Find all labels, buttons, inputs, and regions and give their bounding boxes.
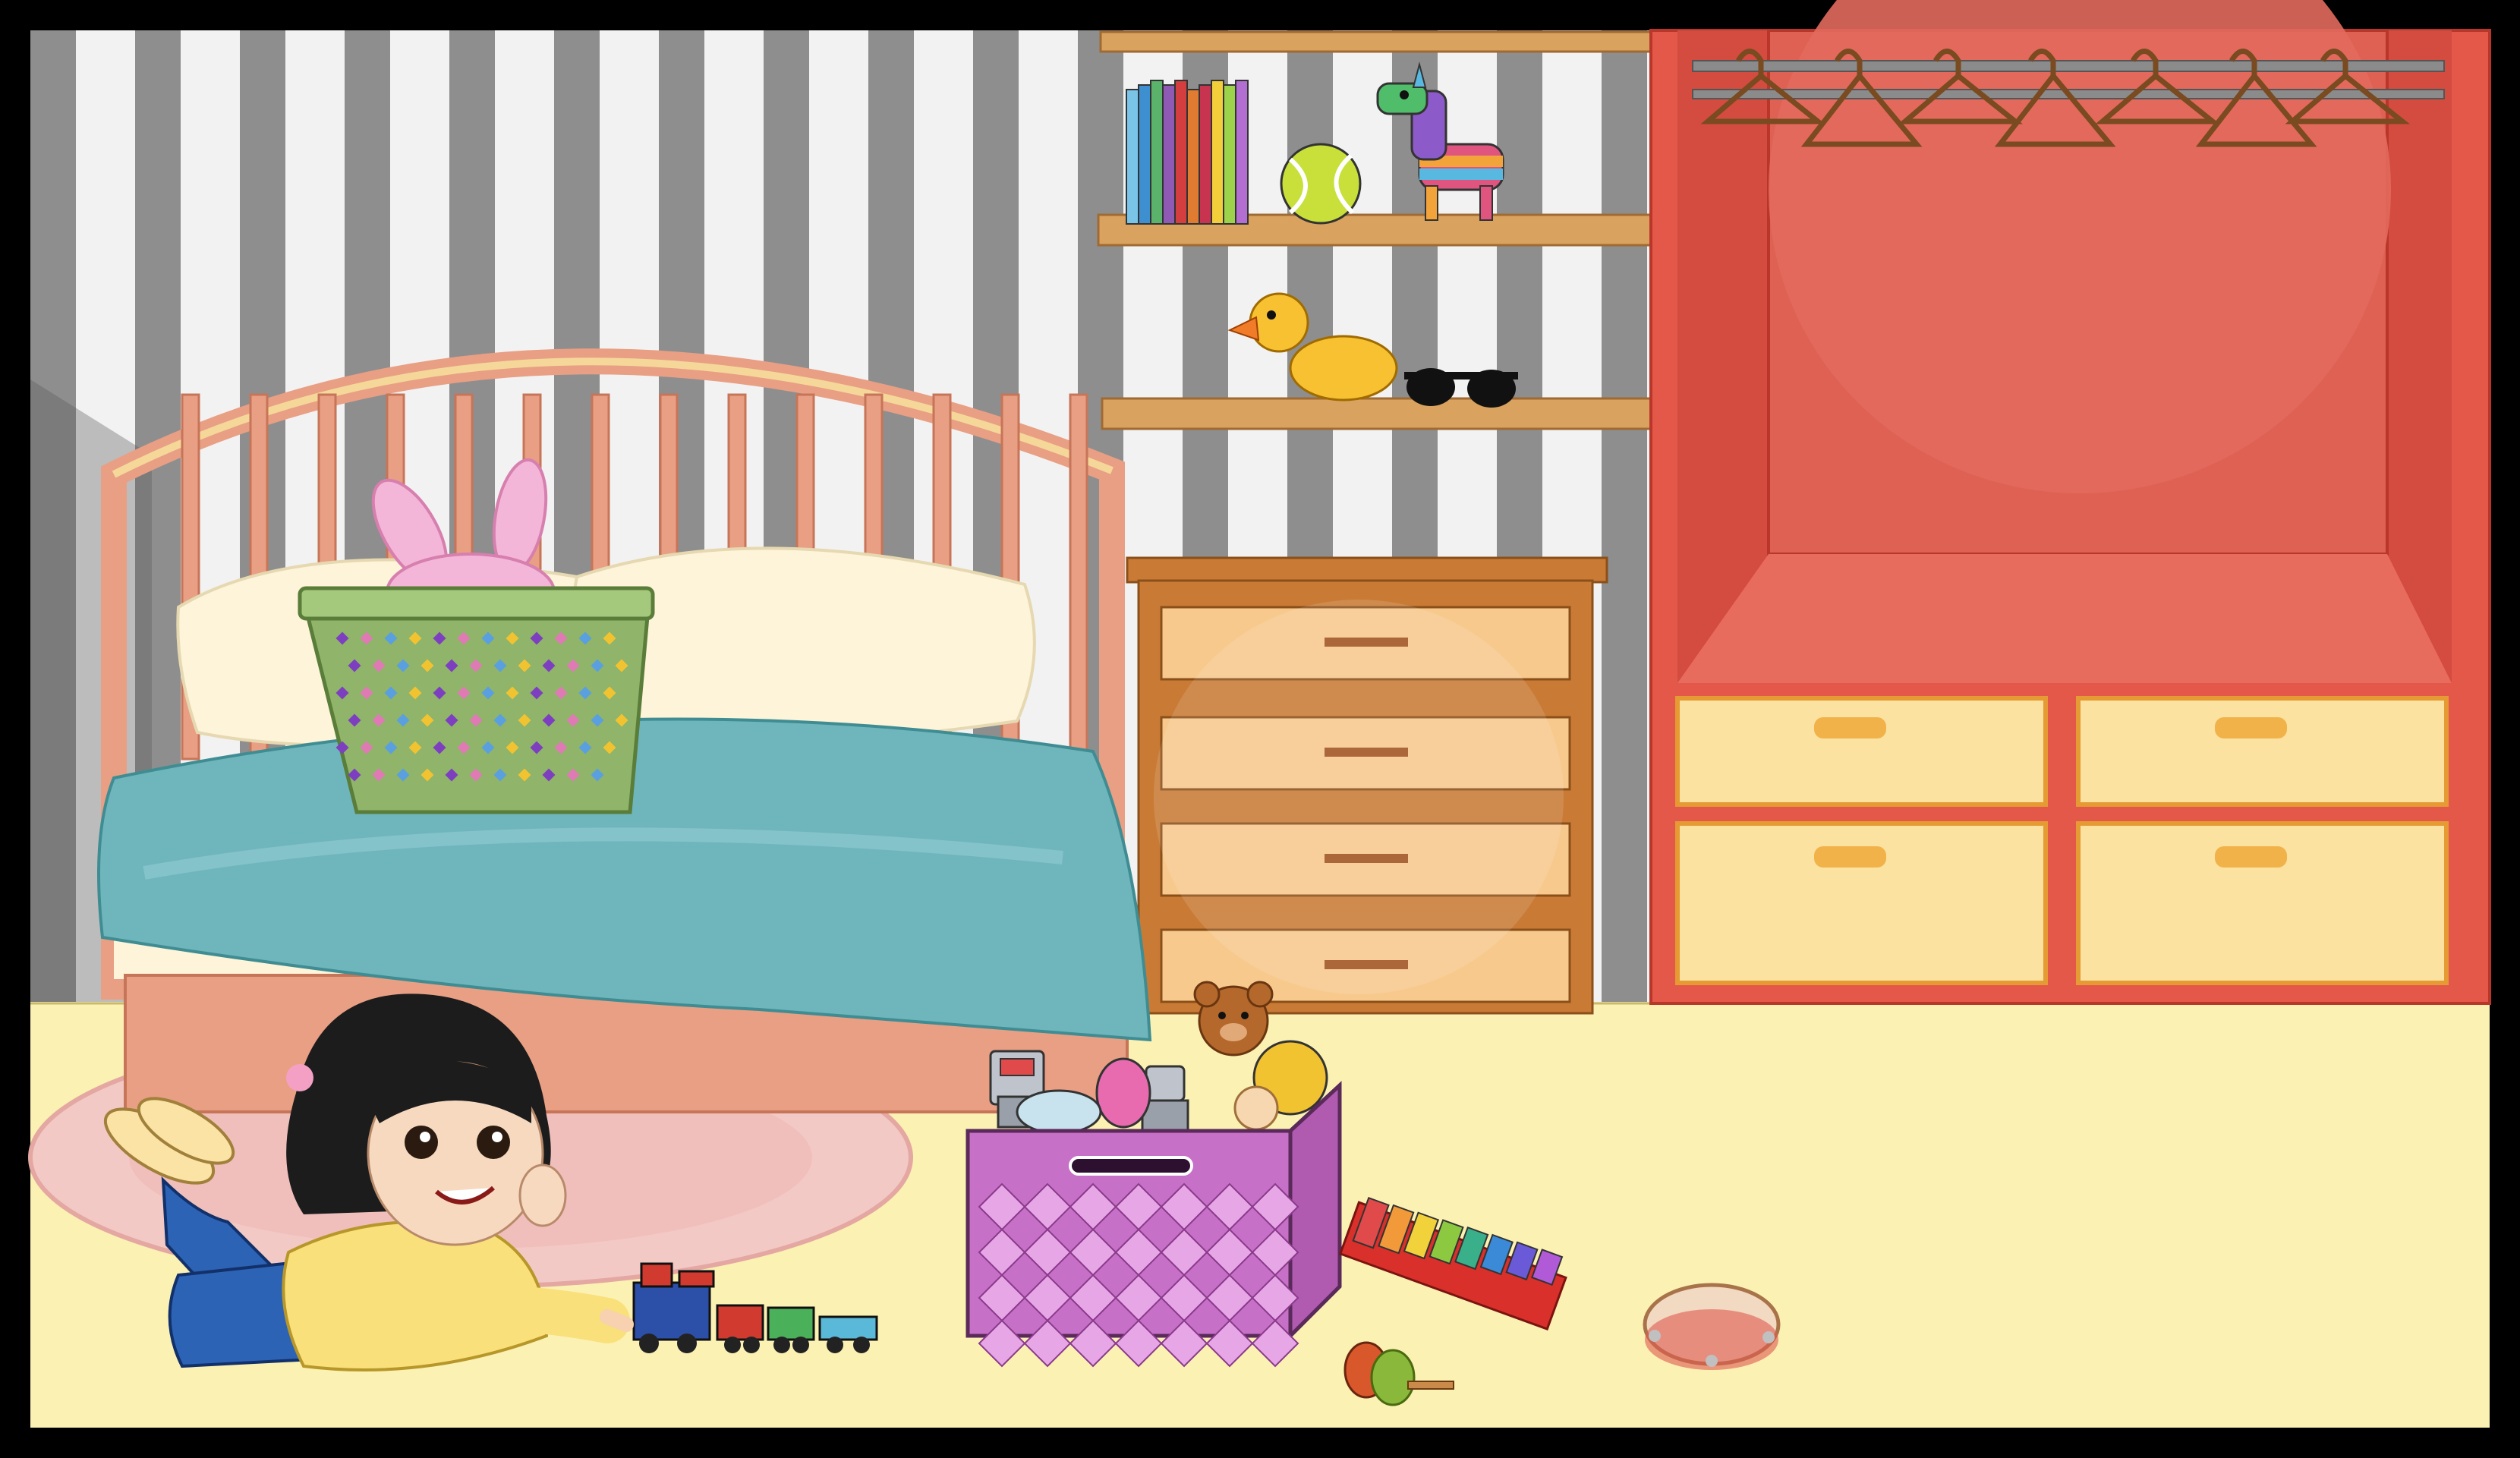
tambourine — [1643, 1283, 1781, 1370]
laundry-basket — [298, 586, 655, 814]
dresser — [1126, 556, 1608, 1015]
wall-stripe — [1602, 30, 1647, 1002]
bed-slat — [1069, 393, 1088, 760]
toy-box-handle — [1069, 1156, 1193, 1176]
bedroom-scene — [0, 0, 2520, 1458]
wardrobe — [1649, 0, 2491, 1005]
clothes-rail — [1692, 60, 2445, 72]
tennis-ball — [1280, 143, 1362, 225]
shelf-top — [1099, 30, 1668, 53]
books — [1126, 80, 1249, 225]
shelf-bottom — [1101, 397, 1669, 430]
